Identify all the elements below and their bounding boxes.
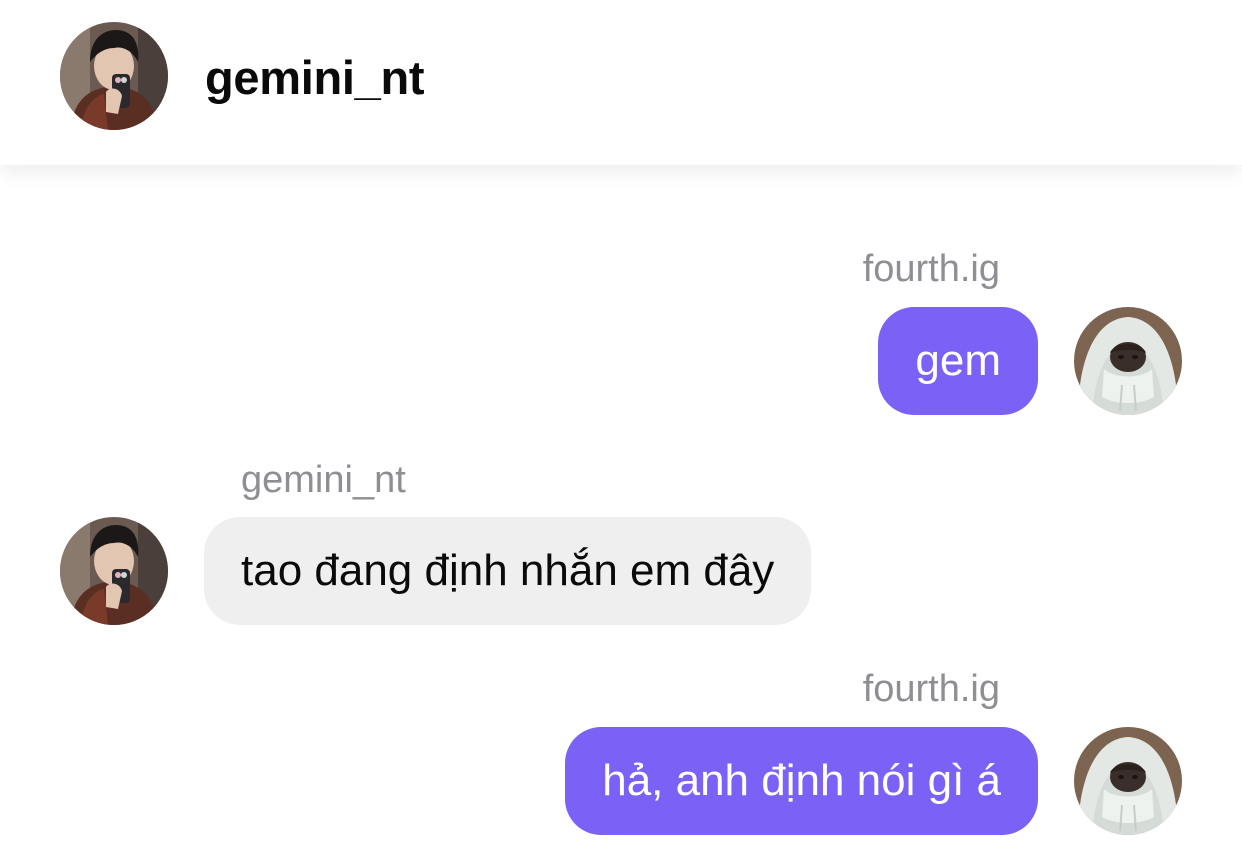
- message-bubble-outgoing[interactable]: hả, anh định nói gì á: [565, 727, 1038, 835]
- chat-header: gemini_nt: [0, 0, 1242, 165]
- sender-avatar-icon[interactable]: [60, 517, 168, 625]
- message-thread[interactable]: fourth.ig gem gemini_nt tao đang định nh…: [0, 165, 1242, 856]
- sender-name: gemini_nt: [241, 459, 406, 501]
- message-bubble-outgoing[interactable]: gem: [878, 307, 1038, 415]
- sender-avatar-icon[interactable]: [1074, 307, 1182, 415]
- sender-name: fourth.ig: [862, 668, 1000, 710]
- chat-title[interactable]: gemini_nt: [205, 48, 425, 108]
- sender-name: fourth.ig: [862, 248, 1000, 290]
- sender-avatar-icon[interactable]: [1074, 727, 1182, 835]
- message-bubble-incoming[interactable]: tao đang định nhắn em đây: [204, 517, 812, 625]
- header-avatar-icon[interactable]: [60, 22, 168, 130]
